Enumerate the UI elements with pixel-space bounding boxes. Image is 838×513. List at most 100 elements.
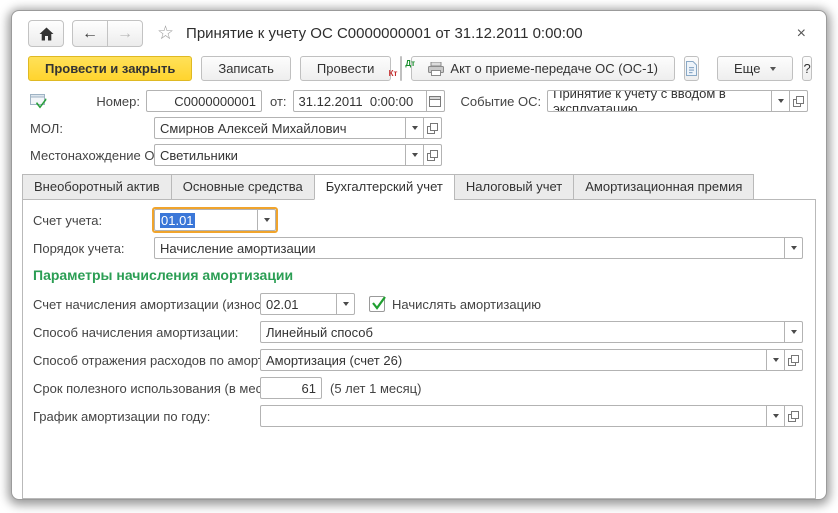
expense-dropdown-button[interactable] xyxy=(766,349,785,371)
number-input[interactable]: С0000000001 xyxy=(146,90,262,112)
favorite-star-icon[interactable]: ☆ xyxy=(157,22,174,45)
chevron-down-icon xyxy=(770,67,776,71)
forward-icon: → xyxy=(117,26,133,42)
location-dropdown-button[interactable] xyxy=(405,144,424,166)
mol-row: МОЛ: Смирнов Алексей Михайлович xyxy=(12,117,826,139)
expense-value[interactable]: Амортизация (счет 26) xyxy=(260,349,767,371)
post-and-close-button[interactable]: Провести и закрыть xyxy=(28,56,192,81)
depr-account-dropdown-button[interactable] xyxy=(336,293,355,315)
mol-dropdown-button[interactable] xyxy=(405,117,424,139)
mol-open-button[interactable] xyxy=(423,117,442,139)
calendar-button[interactable] xyxy=(426,90,445,112)
close-icon[interactable]: × xyxy=(793,24,810,44)
printer-icon xyxy=(428,62,444,76)
tab-vneoborotny-aktiv[interactable]: Внеоборотный актив xyxy=(22,174,172,200)
home-button[interactable] xyxy=(28,20,64,47)
tab-osnovnye-sredstva[interactable]: Основные средства xyxy=(171,174,315,200)
depr-account-value[interactable]: 02.01 xyxy=(260,293,337,315)
depr-account-label: Счет начисления амортизации (износа): xyxy=(33,297,260,312)
document-icon xyxy=(685,61,698,76)
method-dropdown-button[interactable] xyxy=(784,321,803,343)
schedule-row: График амортизации по году: xyxy=(33,405,803,427)
order-combo: Начисление амортизации xyxy=(154,237,803,259)
accrue-depreciation-checkbox[interactable] xyxy=(369,296,385,312)
accrue-depreciation-label: Начислять амортизацию xyxy=(392,297,541,312)
dt-kt-button[interactable]: Дт Кт xyxy=(400,56,402,81)
useful-life-hint: (5 лет 1 месяц) xyxy=(330,381,421,396)
account-combo: 01.01 xyxy=(154,209,276,231)
event-open-button[interactable] xyxy=(789,90,808,112)
number-date-row: Номер: С0000000001 от: 31.12.2011 0:00:0… xyxy=(12,90,826,112)
event-label: Событие ОС: xyxy=(461,94,542,109)
back-icon: ← xyxy=(82,26,98,42)
method-value[interactable]: Линейный способ xyxy=(260,321,785,343)
schedule-dropdown-button[interactable] xyxy=(766,405,785,427)
forward-button[interactable]: → xyxy=(107,20,143,47)
event-value[interactable]: Принятие к учету с вводом в эксплуатацию xyxy=(547,90,772,112)
document-posted-icon xyxy=(30,94,50,109)
mol-value[interactable]: Смирнов Алексей Михайлович xyxy=(154,117,406,139)
help-button[interactable]: ? xyxy=(802,56,811,81)
location-open-button[interactable] xyxy=(423,144,442,166)
titlebar: ← → ☆ Принятие к учету ОС С0000000001 от… xyxy=(12,11,826,51)
document-window: ← → ☆ Принятие к учету ОС С0000000001 от… xyxy=(11,10,827,500)
date-label: от: xyxy=(270,94,287,109)
depreciation-params-heading: Параметры начисления амортизации xyxy=(33,267,803,283)
page-title: Принятие к учету ОС С0000000001 от 31.12… xyxy=(186,25,583,42)
chevron-down-icon xyxy=(773,414,779,418)
back-button[interactable]: ← xyxy=(72,20,108,47)
credit-label: Кт xyxy=(389,69,398,78)
account-input[interactable]: 01.01 xyxy=(154,209,258,231)
tab-amortizacionnaya-premiya[interactable]: Амортизационная премия xyxy=(573,174,754,200)
schedule-open-button[interactable] xyxy=(784,405,803,427)
expense-combo: Амортизация (счет 26) xyxy=(260,349,803,371)
chevron-down-icon xyxy=(773,358,779,362)
method-label: Способ начисления амортизации: xyxy=(33,325,260,340)
chevron-down-icon xyxy=(412,126,418,130)
order-dropdown-button[interactable] xyxy=(784,237,803,259)
tab-buhgaltersky-uchet[interactable]: Бухгалтерский учет xyxy=(314,174,455,200)
expense-row: Способ отражения расходов по амортизации… xyxy=(33,349,803,371)
date-input[interactable]: 31.12.2011 0:00:00 xyxy=(293,90,427,112)
method-row: Способ начисления амортизации: Линейный … xyxy=(33,321,803,343)
tab-nalogovy-uchet[interactable]: Налоговый учет xyxy=(454,174,574,200)
schedule-value[interactable] xyxy=(260,405,767,427)
more-button[interactable]: Еще xyxy=(717,56,793,81)
location-label: Местонахождение ОС: xyxy=(30,148,154,163)
order-label: Порядок учета: xyxy=(33,241,154,256)
open-icon xyxy=(427,123,438,134)
schedule-combo xyxy=(260,405,803,427)
mol-label: МОЛ: xyxy=(30,121,154,136)
print-act-button[interactable]: Акт о приеме-передаче ОС (ОС-1) xyxy=(411,56,675,81)
expense-open-button[interactable] xyxy=(784,349,803,371)
home-icon xyxy=(39,27,54,41)
chevron-down-icon xyxy=(412,153,418,157)
chevron-down-icon xyxy=(791,246,797,250)
tab-bar: Внеоборотный актив Основные средства Бух… xyxy=(12,174,826,200)
useful-life-input[interactable]: 61 xyxy=(260,377,322,399)
open-icon xyxy=(427,150,438,161)
attached-files-button[interactable] xyxy=(684,56,699,81)
depr-account-row: Счет начисления амортизации (износа): 02… xyxy=(33,293,803,315)
save-button[interactable]: Записать xyxy=(201,56,291,81)
debit-label: Дт xyxy=(405,59,415,68)
open-icon xyxy=(793,96,804,107)
account-dropdown-button[interactable] xyxy=(257,209,276,231)
expense-label: Способ отражения расходов по амортизации… xyxy=(33,353,260,368)
command-bar: Провести и закрыть Записать Провести Дт … xyxy=(12,51,826,90)
order-value[interactable]: Начисление амортизации xyxy=(154,237,785,259)
method-combo: Линейный способ xyxy=(260,321,803,343)
history-nav: ← → xyxy=(72,20,143,47)
event-dropdown-button[interactable] xyxy=(771,90,790,112)
post-button[interactable]: Провести xyxy=(300,56,392,81)
open-icon xyxy=(788,411,799,422)
date-input-group: 31.12.2011 0:00:00 xyxy=(293,90,445,112)
location-value[interactable]: Светильники xyxy=(154,144,406,166)
order-row: Порядок учета: Начисление амортизации xyxy=(33,237,803,259)
chevron-down-icon xyxy=(791,330,797,334)
checkmark-icon xyxy=(371,295,387,311)
location-row: Местонахождение ОС: Светильники xyxy=(12,144,826,166)
useful-life-row: Срок полезного использования (в месяцах)… xyxy=(33,377,803,399)
account-row: Счет учета: 01.01 xyxy=(33,209,803,231)
open-icon xyxy=(788,355,799,366)
